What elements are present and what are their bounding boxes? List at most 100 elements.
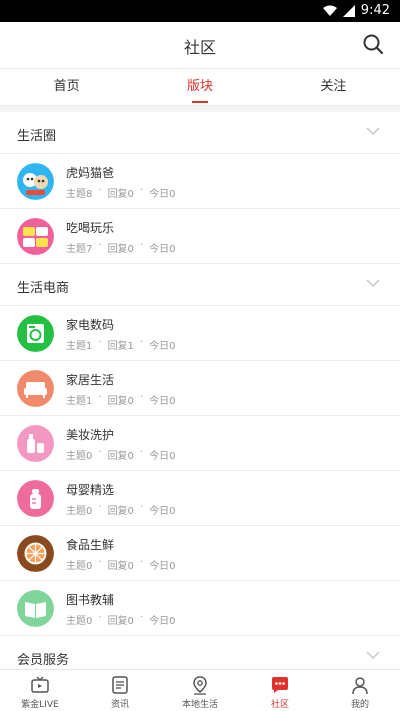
today-count: 今日0 [149, 506, 176, 517]
nav-item-community[interactable]: 社区 [240, 670, 320, 711]
page-title: 社区 [183, 38, 216, 57]
separator-dot: · [139, 557, 144, 568]
section-header-ecommerce[interactable]: 生活电商 [0, 264, 400, 306]
separator-dot: · [139, 447, 144, 458]
reply-count: 回复0 [107, 616, 134, 627]
cosmetics-icon [17, 425, 54, 462]
location-icon [193, 676, 207, 695]
nav-item-local-life[interactable]: 本地生活 [160, 670, 240, 711]
separator-dot: · [139, 612, 144, 623]
bottom-nav: 紫金LIVE 资讯 本地生活 社区 我的 [0, 669, 400, 711]
book-icon [17, 590, 54, 627]
today-count: 今日0 [149, 189, 176, 200]
topic-count: 主题0 [66, 451, 93, 462]
topic-count: 主题1 [66, 396, 93, 407]
separator-dot: · [98, 337, 102, 348]
forum-row[interactable]: 图书教辅 主题0 · 回复0 · 今日0 [0, 581, 400, 636]
app-header: 社区 [0, 22, 400, 68]
forum-stats: 主题1 · 回复0 · 今日0 [66, 392, 176, 407]
forum-name: 美妆洗护 [66, 428, 115, 442]
baby-bottle-icon [17, 480, 54, 517]
topic-count: 主题8 [66, 189, 93, 200]
separator-dot: · [98, 612, 102, 623]
tv-icon [31, 676, 49, 693]
reply-count: 回复1 [107, 341, 134, 352]
separator-dot: · [98, 557, 102, 568]
separator-dot: · [98, 185, 102, 196]
tab-home[interactable]: 首页 [0, 69, 133, 105]
separator-dot: · [139, 337, 144, 348]
separator-dot: · [139, 185, 144, 196]
topic-count: 主题7 [66, 244, 93, 255]
topic-count: 主题0 [66, 561, 93, 572]
chevron-down-icon[interactable] [366, 278, 380, 288]
today-count: 今日0 [149, 616, 176, 627]
forum-row[interactable]: 美妆洗护 主题0 · 回复0 · 今日0 [0, 416, 400, 471]
forum-row[interactable]: 家电数码 主题1 · 回复1 · 今日0 [0, 306, 400, 361]
sofa-icon [17, 370, 54, 407]
signal-icon [342, 5, 355, 17]
wifi-icon [322, 5, 337, 16]
nav-item-news[interactable]: 资讯 [80, 670, 160, 711]
chevron-down-icon[interactable] [366, 650, 380, 660]
search-icon[interactable] [362, 33, 384, 55]
nav-label: 紫金LIVE [21, 700, 59, 710]
chevron-down-icon[interactable] [366, 126, 380, 136]
section-title: 生活圈 [17, 129, 57, 144]
tab-follow[interactable]: 关注 [267, 69, 400, 105]
eat-drink-play-icon [17, 218, 54, 255]
forum-list: 生活圈 虎妈猫爸 主题8 · 回复0 · 今日0 吃喝玩乐 主题7 · 回复0 … [0, 112, 400, 669]
separator-dot: · [98, 447, 102, 458]
community-icon [272, 677, 288, 693]
top-tabs: 首页 版块 关注 [0, 68, 400, 106]
forum-stats: 主题8 · 回复0 · 今日0 [66, 185, 176, 200]
forum-row[interactable]: 虎妈猫爸 主题8 · 回复0 · 今日0 [0, 154, 400, 209]
separator-dot: · [139, 240, 144, 251]
forum-row[interactable]: 家居生活 主题1 · 回复0 · 今日0 [0, 361, 400, 416]
forum-stats: 主题1 · 回复1 · 今日0 [66, 337, 176, 352]
nav-label: 本地生活 [181, 700, 218, 710]
reply-count: 回复0 [107, 561, 134, 572]
reply-count: 回复0 [107, 506, 134, 517]
forum-stats: 主题0 · 回复0 · 今日0 [66, 612, 176, 627]
news-icon [112, 676, 128, 694]
status-time: 9:42 [360, 3, 390, 18]
forum-name: 母婴精选 [66, 483, 115, 497]
forum-stats: 主题0 · 回复0 · 今日0 [66, 502, 176, 517]
reply-count: 回复0 [107, 451, 134, 462]
forum-name: 食品生鲜 [66, 538, 115, 552]
separator-dot: · [98, 240, 102, 251]
separator-dot: · [139, 502, 144, 513]
forum-row[interactable]: 食品生鲜 主题0 · 回复0 · 今日0 [0, 526, 400, 581]
section-header-life-circle[interactable]: 生活圈 [0, 112, 400, 154]
separator-dot: · [98, 392, 102, 403]
tab-sections[interactable]: 版块 [133, 69, 266, 105]
forum-row[interactable]: 吃喝玩乐 主题7 · 回复0 · 今日0 [0, 209, 400, 264]
person-icon [352, 677, 368, 695]
nav-label: 资讯 [110, 700, 129, 710]
section-title: 会员服务 [17, 653, 70, 668]
nav-label: 我的 [350, 700, 369, 710]
today-count: 今日0 [149, 341, 176, 352]
topic-count: 主题1 [66, 341, 93, 352]
forum-name: 家居生活 [66, 373, 115, 387]
forum-name: 图书教辅 [66, 593, 115, 607]
section-title: 生活电商 [17, 281, 70, 296]
forum-name: 吃喝玩乐 [66, 221, 115, 235]
reply-count: 回复0 [107, 244, 134, 255]
nav-item-mine[interactable]: 我的 [320, 670, 400, 711]
tiger-cat-parents-icon [17, 163, 54, 200]
section-header-member-services[interactable]: 会员服务 [0, 636, 400, 669]
forum-row[interactable]: 母婴精选 主题0 · 回复0 · 今日0 [0, 471, 400, 526]
reply-count: 回复0 [107, 396, 134, 407]
nav-item-live[interactable]: 紫金LIVE [0, 670, 80, 711]
forum-stats: 主题0 · 回复0 · 今日0 [66, 447, 176, 462]
separator-dot: · [139, 392, 144, 403]
forum-name: 虎妈猫爸 [66, 166, 115, 180]
separator-dot: · [98, 502, 102, 513]
today-count: 今日0 [149, 451, 176, 462]
status-bar: 9:42 [0, 0, 400, 22]
nav-label: 社区 [270, 700, 289, 710]
orange-slice-icon [17, 535, 54, 572]
status-icons: 9:42 [322, 3, 390, 19]
